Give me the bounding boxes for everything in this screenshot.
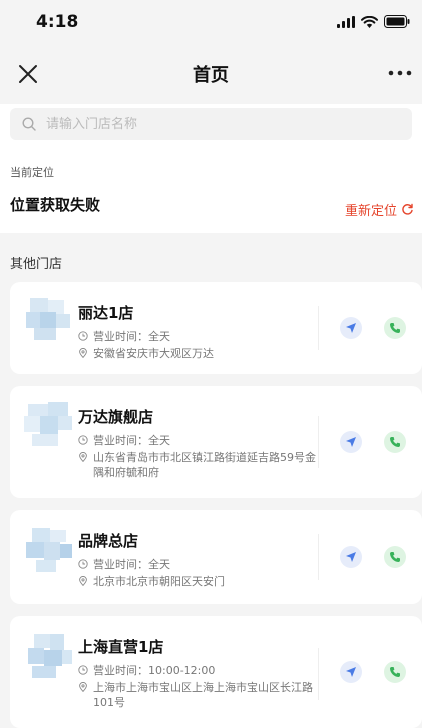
store-address-text: 山东省青岛市市北区镇江路街道延吉路59号金隅和府毓和府	[93, 451, 316, 479]
store-thumbnail	[24, 400, 74, 448]
store-hours-text: 营业时间：全天	[93, 330, 170, 343]
navigate-icon	[346, 667, 356, 677]
store-hours: 营业时间：全天	[78, 557, 318, 572]
clock-icon	[78, 435, 88, 445]
call-button[interactable]	[384, 661, 406, 683]
store-info: 品牌总店 营业时间：全天 北京市北京市朝阳区天安门	[78, 530, 318, 589]
store-address-text: 上海市上海市宝山区上海上海市宝山区长江路101号	[93, 681, 313, 709]
navigate-icon	[346, 323, 356, 333]
location-pin-icon	[79, 576, 87, 586]
status-time: 4:18	[36, 12, 79, 32]
store-name: 上海直营1店	[78, 638, 164, 656]
store-thumbnail	[24, 526, 74, 574]
phone-icon	[390, 667, 400, 677]
phone-icon	[390, 552, 400, 562]
call-button[interactable]	[384, 431, 406, 453]
relocate-label: 重新定位	[344, 204, 397, 219]
relocate-button[interactable]: 重新定位	[345, 200, 414, 219]
navigate-button[interactable]	[340, 546, 362, 568]
store-card[interactable]: 万达旗舰店 营业时间：全天 山东省青岛市市北区镇江路街道延吉路59号金隅和府毓和…	[10, 386, 422, 498]
store-hours: 营业时间：全天	[78, 329, 318, 344]
store-address: 北京市北京市朝阳区天安门	[78, 574, 318, 589]
more-icon[interactable]	[386, 61, 414, 85]
current-location-section: 当前定位 位置获取失败 重新定位	[0, 152, 422, 233]
store-info: 丽达1店 营业时间：全天 安徽省安庆市大观区万达	[78, 302, 318, 361]
nav-bar: 首页	[0, 44, 422, 104]
store-hours: 营业时间：全天	[78, 433, 318, 448]
navigate-button[interactable]	[340, 317, 362, 339]
store-address-text: 北京市北京市朝阳区天安门	[93, 575, 225, 588]
call-button[interactable]	[384, 546, 406, 568]
status-bar: 4:18	[0, 0, 422, 44]
search-input[interactable]	[44, 115, 348, 133]
location-pin-icon	[79, 348, 87, 358]
store-thumbnail	[24, 296, 74, 344]
store-hours-text: 营业时间：10:00-12:00	[93, 664, 216, 677]
clock-icon	[78, 331, 88, 341]
navigate-button[interactable]	[340, 431, 362, 453]
store-card[interactable]: 上海直营1店 营业时间：10:00-12:00 上海市上海市宝山区上海上海市宝山…	[10, 616, 422, 728]
navigate-icon	[346, 552, 356, 562]
phone-icon	[390, 323, 400, 333]
search-icon	[22, 117, 36, 131]
phone-icon	[390, 437, 400, 447]
current-location-label: 当前定位	[10, 166, 54, 179]
store-hours: 营业时间：10:00-12:00	[78, 663, 318, 678]
store-card[interactable]: 丽达1店 营业时间：全天 安徽省安庆市大观区万达	[10, 282, 422, 374]
divider	[318, 306, 319, 350]
navigate-button[interactable]	[340, 661, 362, 683]
navigate-icon	[346, 437, 356, 447]
store-name: 万达旗舰店	[78, 408, 154, 426]
call-button[interactable]	[384, 317, 406, 339]
divider	[318, 534, 319, 580]
store-info: 万达旗舰店 营业时间：全天 山东省青岛市市北区镇江路街道延吉路59号金隅和府毓和…	[78, 406, 318, 480]
location-pin-icon	[79, 682, 87, 692]
store-name: 丽达1店	[78, 304, 134, 322]
store-hours-text: 营业时间：全天	[93, 434, 170, 447]
store-address: 安徽省安庆市大观区万达	[78, 346, 318, 361]
store-name: 品牌总店	[78, 532, 139, 550]
other-stores-title: 其他门店	[10, 257, 63, 272]
store-hours-text: 营业时间：全天	[93, 558, 170, 571]
store-address: 上海市上海市宝山区上海上海市宝山区长江路101号	[78, 680, 318, 710]
signal-icon	[337, 15, 355, 28]
store-thumbnail	[24, 632, 74, 680]
refresh-icon	[402, 203, 413, 215]
store-card[interactable]: 品牌总店 营业时间：全天 北京市北京市朝阳区天安门	[10, 510, 422, 604]
clock-icon	[78, 559, 88, 569]
page-title: 首页	[193, 65, 229, 86]
divider	[318, 648, 319, 700]
search-section	[0, 104, 422, 152]
location-pin-icon	[79, 452, 87, 462]
divider	[318, 416, 319, 468]
battery-icon	[384, 15, 410, 28]
store-address: 山东省青岛市市北区镇江路街道延吉路59号金隅和府毓和府	[78, 450, 318, 480]
clock-icon	[78, 665, 88, 675]
store-info: 上海直营1店 营业时间：10:00-12:00 上海市上海市宝山区上海上海市宝山…	[78, 636, 318, 710]
status-icons	[337, 15, 410, 28]
search-box[interactable]	[10, 108, 412, 140]
store-address-text: 安徽省安庆市大观区万达	[93, 347, 214, 360]
wifi-icon	[361, 15, 378, 28]
